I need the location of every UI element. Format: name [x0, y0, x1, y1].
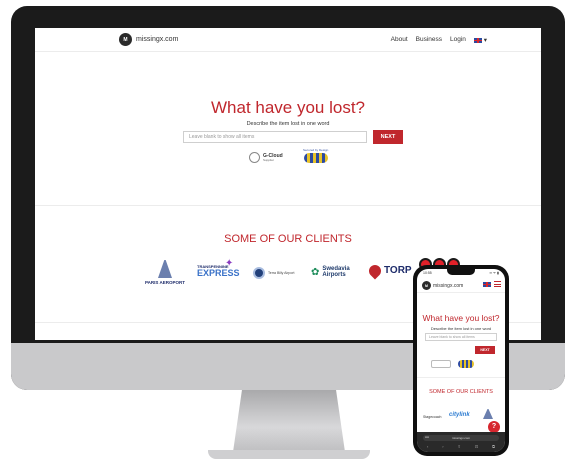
- award-caption: Secured by Design: [303, 148, 329, 152]
- browser-url-bar: missingx.com AA ‹ › ⇪ ⊡ ⧉: [417, 432, 505, 452]
- status-time: 10:55: [423, 271, 432, 275]
- share-icon[interactable]: ⇪: [458, 444, 461, 449]
- logo-icon: M: [119, 33, 132, 46]
- status-icons: ▪▪ ᯤ ▮: [489, 271, 499, 275]
- checkered-badge-icon: [303, 153, 328, 163]
- hero-subtitle: Describe the item lost in one word: [246, 121, 330, 127]
- logo-icon: M: [422, 281, 431, 290]
- client-logo-stagecoach: Stagecoach: [423, 415, 442, 419]
- client-logo-transpennine: TRANSPENNINE EXPRESS ✦: [197, 258, 245, 278]
- bookmarks-icon[interactable]: ⊡: [475, 444, 478, 449]
- star-icon: ✦: [225, 258, 234, 269]
- url-field[interactable]: missingx.com: [423, 435, 499, 441]
- client-logo-torp: TORP: [366, 262, 412, 280]
- terra-text: Terra Billy Airport: [268, 271, 295, 275]
- paris-aeroport-text: PARIS AEROPORT: [144, 280, 185, 285]
- uk-flag-icon[interactable]: [483, 281, 491, 287]
- monitor-stand-foot: [208, 450, 370, 459]
- phone-nav: M missingx.com: [417, 277, 505, 293]
- swedavia-flower-icon: ✿: [311, 266, 320, 278]
- client-logo-swedavia: ✿ Swedavia Airports: [311, 266, 350, 278]
- eiffel-tower-icon: [483, 409, 493, 419]
- client-logo-citylink: citylink: [449, 412, 470, 418]
- tabs-icon[interactable]: ⧉: [492, 444, 495, 449]
- phone-search-input[interactable]: Leave blank to show all items: [425, 333, 497, 341]
- crown-icon: [249, 152, 260, 163]
- hero-title: What have you lost?: [210, 98, 366, 117]
- search-input[interactable]: Leave blank to show all items: [183, 131, 367, 143]
- mobile-phone: 10:55 ▪▪ ᯤ ▮ M missingx.com What have yo…: [413, 265, 509, 456]
- phone-hero-title: What have you lost?: [422, 313, 500, 323]
- phone-hero-subtitle: Describe the item lost in one word: [430, 326, 492, 331]
- section-divider: [417, 377, 505, 378]
- airports-text: Airports: [322, 272, 346, 278]
- torp-text: TORP: [384, 265, 412, 276]
- language-selector[interactable]: ▾: [473, 36, 487, 44]
- phone-screen: 10:55 ▪▪ ᯤ ▮ M missingx.com What have yo…: [417, 269, 505, 452]
- nav-about-link[interactable]: About: [391, 36, 408, 44]
- next-button[interactable]: NEXT: [373, 130, 403, 144]
- client-logo-paris-aeroport: PARIS AEROPORT: [139, 260, 191, 285]
- phone-logo-text: missingx.com: [433, 282, 464, 289]
- phone-site-logo[interactable]: M missingx.com: [422, 281, 463, 290]
- clients-title: SOME OF OUR CLIENTS: [224, 233, 352, 245]
- phone-notch: [447, 269, 475, 275]
- gcloud-badge: G-Cloud Supplier: [249, 152, 283, 163]
- secured-by-design-badge: Secured by Design: [303, 148, 328, 163]
- reader-aa-button[interactable]: AA: [425, 435, 429, 439]
- phone-clients-title: SOME OF OUR CLIENTS: [429, 389, 493, 395]
- section-divider: [35, 205, 541, 206]
- top-nav: M missingx.com About Business Login ▾: [35, 28, 541, 52]
- monitor-stand-neck: [233, 390, 345, 452]
- back-icon[interactable]: ‹: [427, 444, 428, 449]
- browser-toolbar: ‹ › ⇪ ⊡ ⧉: [427, 444, 495, 449]
- secured-by-design-badge: [458, 360, 474, 368]
- forward-icon[interactable]: ›: [442, 444, 443, 449]
- phone-next-button[interactable]: NEXT: [475, 346, 495, 354]
- gcloud-supplier-text: Supplier: [263, 157, 275, 162]
- gcloud-badge: [431, 360, 451, 368]
- uk-flag-icon: [473, 37, 482, 43]
- terra-globe-icon: [253, 267, 265, 279]
- eiffel-tower-icon: [158, 260, 172, 278]
- nav-business-link[interactable]: Business: [416, 36, 442, 44]
- mockup-stage: M missingx.com About Business Login ▾ Wh…: [0, 0, 578, 459]
- nav-login-link[interactable]: Login: [450, 36, 466, 44]
- client-logo-terra-billy: Terra Billy Airport: [253, 267, 294, 279]
- express-text: EXPRESS: [197, 268, 240, 278]
- hamburger-icon[interactable]: [494, 281, 501, 287]
- chevron-down-icon: ▾: [483, 37, 487, 44]
- logo-text: missingx.com: [136, 36, 179, 43]
- nav-links: About Business Login ▾: [391, 36, 487, 44]
- pin-icon: [366, 262, 384, 280]
- site-logo[interactable]: M missingx.com: [119, 33, 178, 46]
